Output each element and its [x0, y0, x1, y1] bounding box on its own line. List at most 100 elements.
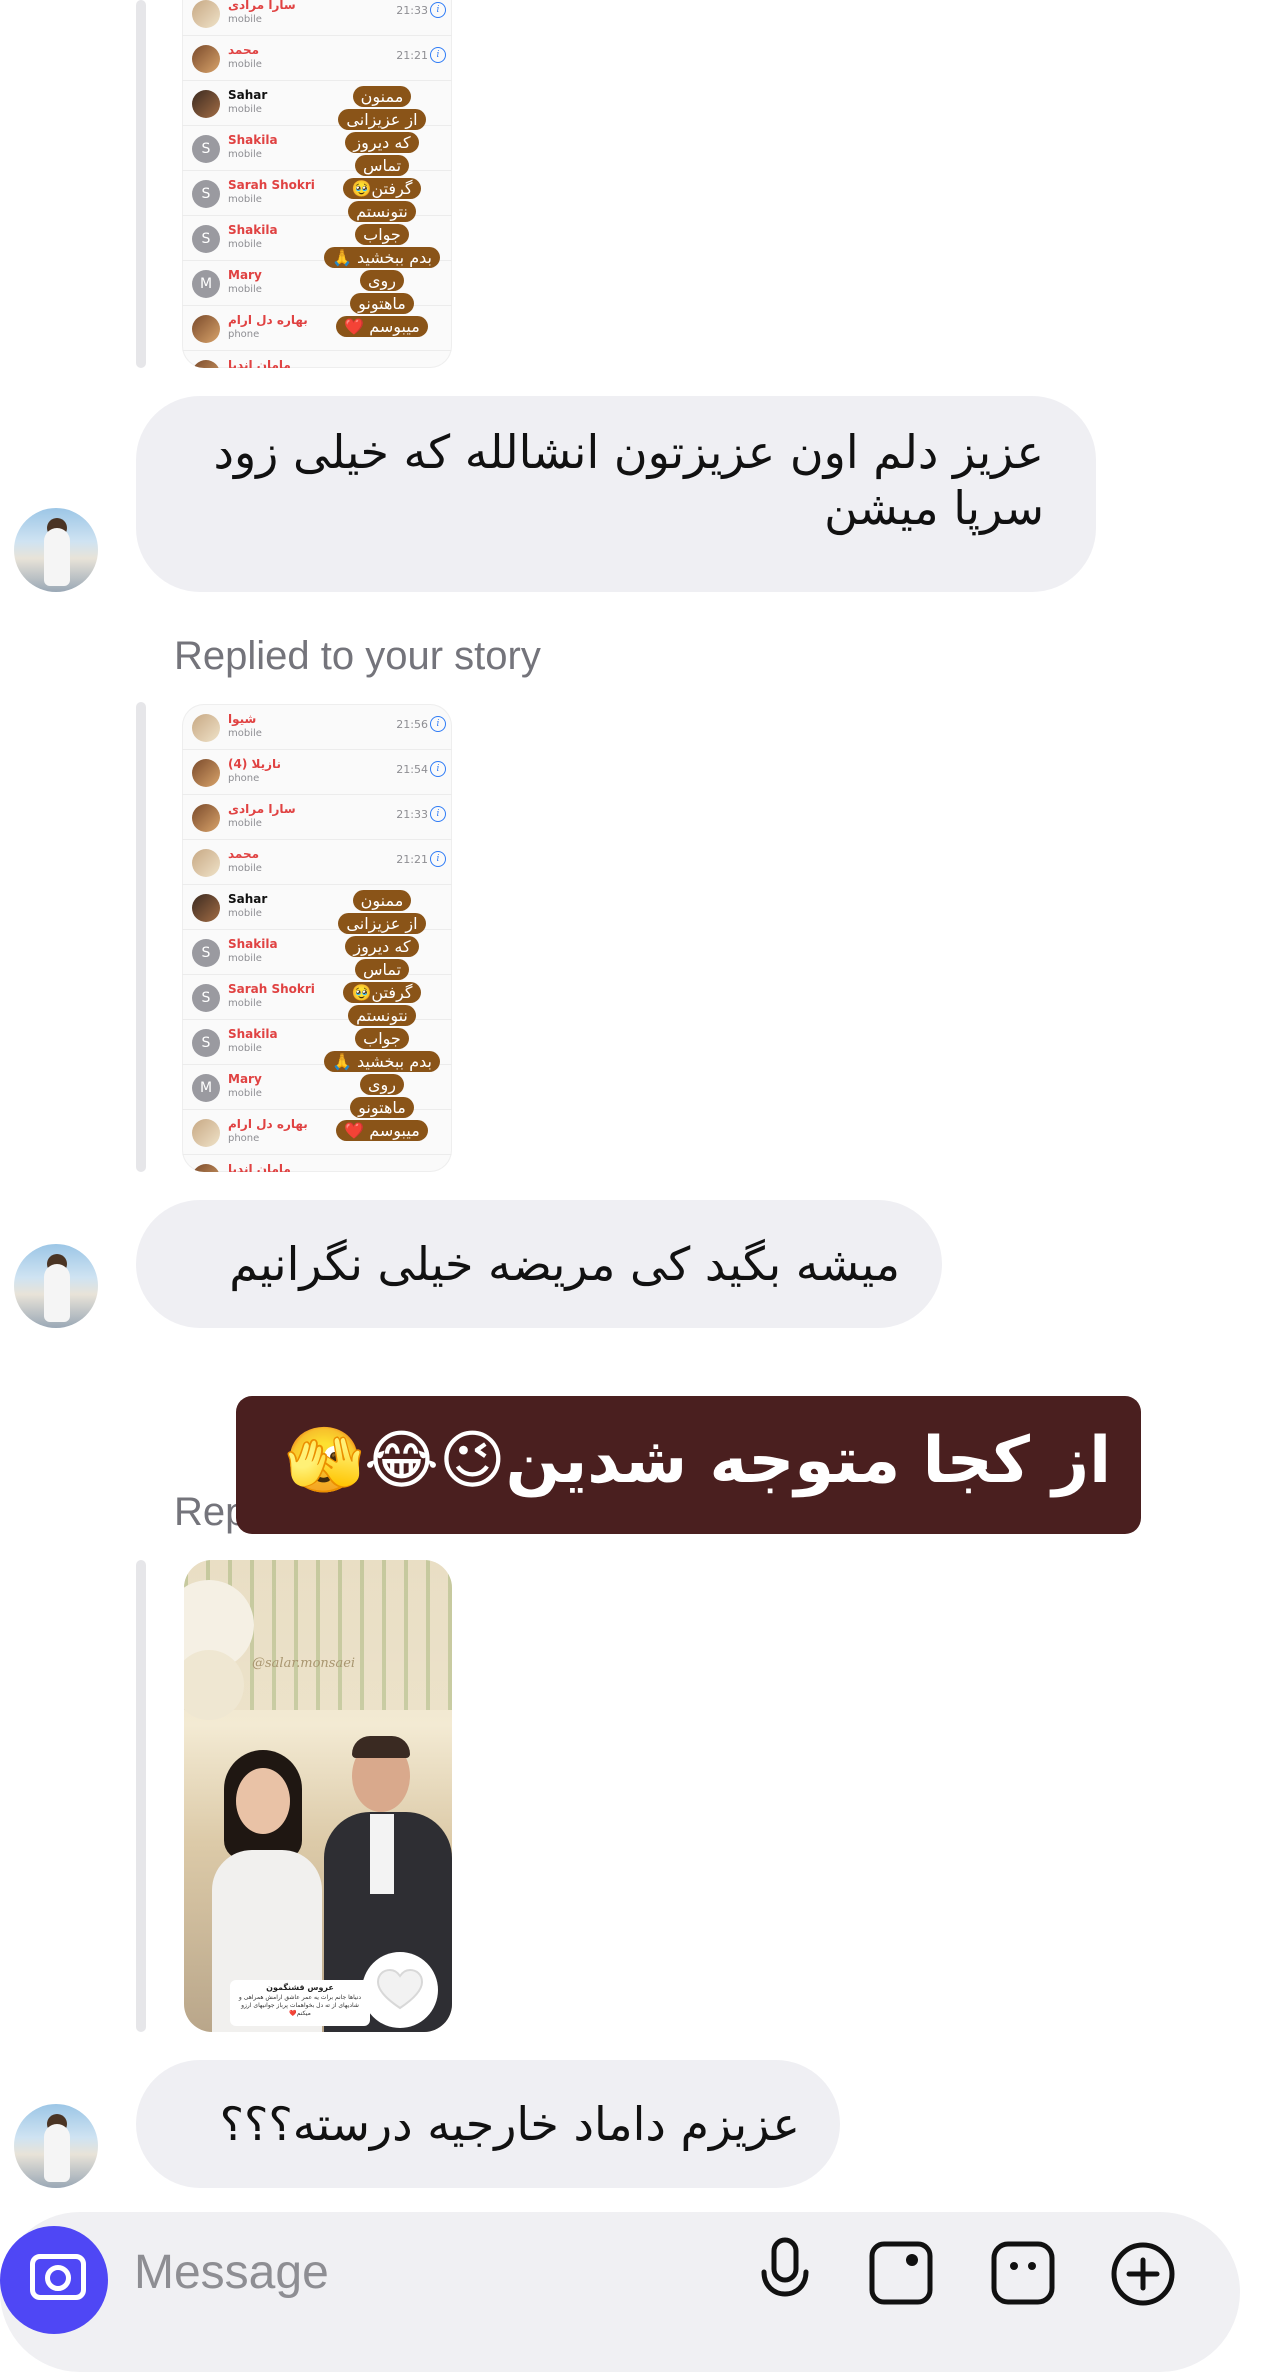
call-type: mobile	[228, 239, 262, 250]
sticker-line: ممنون	[352, 890, 412, 911]
call-log-row: سارا مرادی mobile 21:33 i	[182, 794, 452, 840]
sticker-line: گرفتن🥹	[343, 178, 421, 199]
call-time: 21:33	[396, 808, 428, 821]
sticker-line: بدم ببخشید 🙏	[324, 247, 440, 268]
call-type: mobile	[228, 194, 262, 205]
story-photo[interactable]: @salar.monsaei عروس قشنگمون دنیاها جانم …	[184, 1560, 452, 2032]
call-type: phone	[228, 1133, 260, 1144]
call-time: 21:56	[396, 718, 428, 731]
sticker-line: ماهتونو	[350, 1097, 414, 1118]
call-time: 21:21	[396, 49, 428, 62]
message-bubble[interactable]: عزیز دلم اون عزیزتون انشالله که خیلی زود…	[136, 396, 1096, 592]
gallery-icon[interactable]	[866, 2236, 936, 2306]
contact-avatar: S	[192, 1029, 220, 1057]
contact-avatar	[192, 90, 220, 118]
call-log-row: محمد mobile 21:21 i	[182, 839, 452, 885]
sticker-line: نتونستم	[348, 201, 416, 222]
message-bubble[interactable]: عزیزم داماد خارجیه درسته؟؟؟	[136, 2060, 840, 2188]
call-type: phone	[228, 773, 260, 784]
call-type: phone	[228, 329, 260, 340]
contact-avatar	[192, 759, 220, 787]
sticker-line: ممنون	[352, 86, 412, 107]
sender-avatar[interactable]	[14, 1244, 98, 1328]
microphone-icon[interactable]	[750, 2236, 820, 2306]
contact-name: مامان انديا	[228, 358, 291, 368]
sticker-line: تماس	[354, 155, 410, 176]
sticker-line: میبوسم ❤️	[336, 1120, 428, 1141]
call-type: mobile	[228, 284, 262, 295]
call-time: 21:33	[396, 4, 428, 17]
story-reply-rail	[136, 702, 146, 1172]
sticker-icon[interactable]	[988, 2236, 1058, 2306]
story-reply-rail	[136, 0, 146, 368]
contact-name: بهاره دل ارام	[228, 313, 308, 327]
story-reply-rail	[136, 1560, 146, 2032]
heart-icon	[376, 1968, 424, 2010]
sticker-line: که دیروز	[345, 936, 419, 957]
contact-avatar	[192, 714, 220, 742]
contact-name: Shakila	[228, 223, 278, 237]
sticker-line: روی	[360, 270, 404, 291]
sticker-line: که دیروز	[345, 132, 419, 153]
contact-avatar	[192, 360, 220, 368]
contact-avatar	[192, 1119, 220, 1147]
info-icon: i	[430, 716, 446, 732]
sticker-line: روی	[360, 1074, 404, 1095]
contact-avatar: M	[192, 270, 220, 298]
story-watermark: @salar.monsaei	[252, 1656, 356, 1671]
contact-name: Shakila	[228, 1027, 278, 1041]
contact-name: محمد	[228, 847, 260, 861]
call-type: mobile	[228, 953, 262, 964]
plus-circle-icon[interactable]	[1108, 2236, 1178, 2306]
call-log-row: مامان انديا	[182, 350, 452, 368]
sender-avatar[interactable]	[14, 2104, 98, 2188]
sticker-line: میبوسم ❤️	[336, 316, 428, 337]
camera-icon	[30, 2254, 86, 2300]
call-type: mobile	[228, 59, 262, 70]
info-icon: i	[430, 47, 446, 63]
contact-avatar	[192, 45, 220, 73]
message-text: عزیزم داماد خارجیه درسته؟؟؟	[219, 2097, 800, 2151]
story-banner-text: دنیاها جانم برات یه عمر عاشق ارامش همراه…	[238, 1994, 362, 2017]
sticker-line: جواب	[355, 224, 409, 245]
info-icon: i	[430, 806, 446, 822]
story-thumbnail[interactable]: شیوا mobile 21:56 i نازیلا (4) phone 21:54 i سار…	[182, 704, 452, 1172]
sticker-line: نتونستم	[348, 1005, 416, 1026]
call-type: mobile	[228, 14, 262, 25]
contact-avatar: M	[192, 1074, 220, 1102]
heart-reaction-button[interactable]	[362, 1952, 438, 2028]
call-time: 21:21	[396, 853, 428, 866]
contact-avatar	[192, 804, 220, 832]
call-log-row: نازیلا (4) phone 21:54 i	[182, 749, 452, 795]
contact-avatar	[192, 315, 220, 343]
call-type: mobile	[228, 908, 262, 919]
message-text: میشه بگید کی مریضه خیلی نگرانیم	[229, 1237, 900, 1291]
call-type: mobile	[228, 1043, 262, 1054]
story-thumbnail-top[interactable]: سارا مرادی mobile 21:33 i محمد mobile 21:21 i Sa…	[182, 0, 452, 368]
call-time: 21:54	[396, 763, 428, 776]
call-log-row: محمد mobile 21:21 i	[182, 35, 452, 81]
contact-avatar: S	[192, 225, 220, 253]
contact-name: مامان انديا	[228, 1162, 291, 1172]
contact-name: سارا مرادی	[228, 0, 296, 12]
camera-button[interactable]	[0, 2226, 108, 2334]
message-bubble[interactable]: میشه بگید کی مریضه خیلی نگرانیم	[136, 1200, 942, 1328]
sender-avatar[interactable]	[14, 508, 98, 592]
story-banner-title: عروس قشنگمون	[266, 1983, 334, 1992]
contact-name: Sahar	[228, 892, 268, 906]
message-text: عزیز دلم اون عزیزتون انشالله که خیلی زود…	[213, 425, 1044, 535]
call-type: mobile	[228, 998, 262, 1009]
call-log-row: شیوا mobile 21:56 i	[182, 704, 452, 750]
replied-to-story-label: Replied to your story	[174, 634, 541, 678]
call-log-row: مامان انديا	[182, 1154, 452, 1172]
call-type: mobile	[228, 863, 262, 874]
call-type: mobile	[228, 728, 262, 739]
contact-avatar	[192, 894, 220, 922]
call-type: mobile	[228, 149, 262, 160]
contact-avatar	[192, 1164, 220, 1172]
message-input[interactable]	[134, 2242, 694, 2302]
contact-name: Sarah Shokri	[228, 178, 315, 192]
contact-name: شیوا	[228, 712, 257, 726]
info-icon: i	[430, 2, 446, 18]
contact-name: Mary	[228, 1072, 262, 1086]
